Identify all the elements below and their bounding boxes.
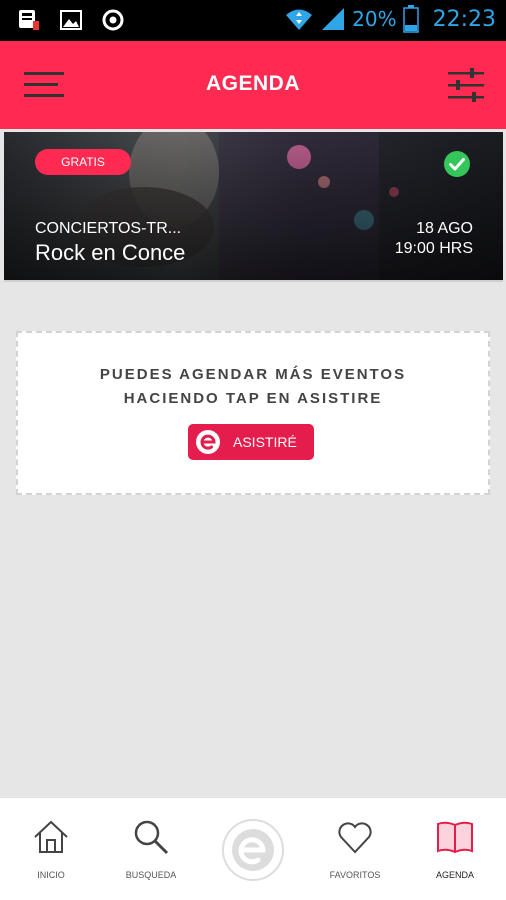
wifi-icon — [286, 9, 313, 30]
nav-label-favoritos: FAVORITOS — [329, 870, 381, 880]
asistire-button[interactable]: ASISTIRÉ — [188, 424, 314, 460]
clock: 22:23 — [432, 6, 496, 32]
event-category: CONCIERTOS-TR... — [35, 220, 182, 237]
info-line-2: HACIENDO TAP EN ASISTIRE — [123, 390, 383, 407]
nav-item-busqueda[interactable]: BUSQUEDA — [106, 818, 196, 880]
nav-item-agenda[interactable]: AGENDA — [410, 818, 500, 880]
asistire-button-label: ASISTIRÉ — [233, 434, 297, 450]
event-card[interactable]: GRATIS CONCIERTOS-TR... Rock en Conce 18… — [4, 132, 503, 282]
battery-icon — [402, 5, 419, 33]
app-bar: AGENDA — [0, 41, 506, 129]
check-circle-icon[interactable] — [443, 150, 471, 178]
gallery-icon — [60, 10, 82, 30]
signal-icon — [322, 8, 345, 30]
battery-percent: 20% — [352, 7, 397, 31]
event-title: Rock en Conce — [35, 240, 186, 265]
app-logo-button[interactable] — [221, 818, 285, 882]
info-line-1: PUEDES AGENDAR MÁS EVENTOS — [99, 366, 407, 383]
nav-label-inicio: INICIO — [37, 870, 65, 880]
status-bar: 20% 22:23 — [0, 0, 506, 41]
event-date: 18 AGO — [416, 220, 473, 237]
event-time: 19:00 HRS — [394, 240, 473, 257]
nav-label-agenda: AGENDA — [435, 870, 474, 880]
heart-icon — [338, 822, 372, 854]
app-logo-icon — [196, 430, 220, 454]
book-icon — [437, 821, 473, 854]
notification-icon — [19, 10, 39, 30]
info-message: PUEDES AGENDAR MÁS EVENTOS HACIENDO TAP … — [18, 363, 488, 411]
search-icon — [134, 820, 169, 855]
chrome-icon — [102, 9, 124, 31]
nav-item-favoritos[interactable]: FAVORITOS — [310, 818, 400, 880]
info-box: PUEDES AGENDAR MÁS EVENTOS HACIENDO TAP … — [16, 331, 490, 495]
filter-sliders-icon[interactable] — [446, 67, 486, 103]
page-title: AGENDA — [205, 72, 300, 95]
nav-label-busqueda: BUSQUEDA — [125, 870, 177, 880]
bottom-nav: INICIO BUSQUEDA FAVORITOS AGENDA — [0, 797, 506, 900]
free-badge: GRATIS — [35, 149, 131, 175]
home-icon — [34, 820, 68, 853]
nav-item-inicio[interactable]: INICIO — [6, 818, 96, 880]
